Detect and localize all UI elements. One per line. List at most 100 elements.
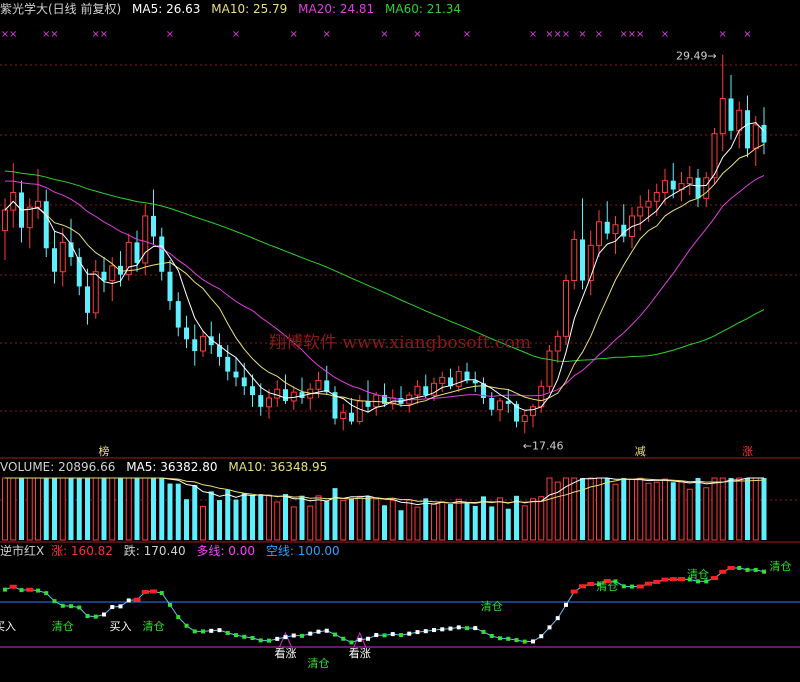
candle-body <box>653 191 660 202</box>
indicator-block <box>44 591 49 596</box>
indicator-block <box>184 623 189 628</box>
volume-bar <box>398 510 404 540</box>
indicator-block <box>258 638 263 643</box>
indicator-block <box>300 633 304 638</box>
volume-bar <box>101 478 107 540</box>
signal-x-marker: × <box>42 29 50 40</box>
volume-bar <box>52 478 57 540</box>
indicator-block <box>407 631 412 636</box>
indicator-block <box>275 636 280 641</box>
indicator-block <box>669 577 677 582</box>
volume-bar <box>637 477 644 541</box>
indicator-block <box>217 628 222 633</box>
volume-bar <box>662 478 668 541</box>
candle-body <box>274 388 281 399</box>
candle-body <box>736 109 743 132</box>
volume-bar <box>208 491 214 540</box>
candle-body <box>167 271 173 302</box>
indicator-signal-label: 清仓 <box>687 567 709 581</box>
candle-body <box>184 327 189 340</box>
indicator-block <box>440 627 445 632</box>
candle-body <box>728 98 734 131</box>
ma5-readout: MA5: 26.63 <box>132 2 201 16</box>
signal-x-marker: × <box>290 29 298 40</box>
indicator-signal-label: 清仓 <box>143 619 165 633</box>
indicator-block <box>209 628 214 633</box>
candle-body <box>719 97 726 135</box>
indicator-block <box>753 567 758 572</box>
candle-body <box>423 386 429 396</box>
volume-bar <box>2 477 8 541</box>
candle-body <box>580 239 585 281</box>
indicator-block <box>432 628 436 633</box>
indicator-block <box>539 634 544 639</box>
signal-x-marker: × <box>554 29 562 40</box>
candle-body <box>571 238 578 282</box>
volume-bar <box>604 478 610 540</box>
volume-bar <box>538 496 545 541</box>
volume-bar <box>752 477 759 541</box>
indicator-block <box>85 613 90 618</box>
signal-x-marker: × <box>661 29 669 40</box>
volume-bar <box>85 478 90 540</box>
indicator-block <box>587 582 595 587</box>
candle-body <box>151 215 156 237</box>
volume-bar <box>349 498 354 540</box>
candle-body <box>563 280 569 337</box>
price-header: 紫光学大(日线 前复权) MA5: 26.63 MA10: 25.79 MA20… <box>0 2 468 16</box>
indicator-block <box>489 633 494 638</box>
candle-body <box>745 110 750 149</box>
indicator-block <box>636 584 644 589</box>
volume-bar <box>728 478 734 540</box>
indicator-block <box>481 629 486 634</box>
long-line-readout: 多线: 0.00 <box>196 544 256 558</box>
volume-bar <box>455 498 462 541</box>
indicator-block <box>118 604 123 609</box>
candle-body <box>645 200 652 208</box>
indicator-block <box>308 631 313 636</box>
volume-bar <box>653 481 660 541</box>
indicator-block <box>465 626 469 631</box>
indicator-block <box>737 566 742 570</box>
indicator-block <box>324 628 329 633</box>
volume-bar <box>645 482 652 541</box>
volume-bar <box>241 493 247 540</box>
indicator-block <box>291 633 296 638</box>
candle-body <box>637 206 644 217</box>
indicator-signal-label: 看涨 <box>275 646 297 660</box>
signal-x-marker: × <box>50 29 58 40</box>
signal-x-marker: × <box>595 29 603 40</box>
volume-bar <box>184 499 189 540</box>
candle-body <box>439 376 446 384</box>
indicator-signal-label: 看涨 <box>349 646 371 660</box>
indicator-block <box>201 629 205 634</box>
indicator-block <box>9 584 17 589</box>
volume-bar <box>151 478 156 540</box>
indicator-block <box>102 612 106 617</box>
candle-body <box>464 371 470 381</box>
indicator-block <box>382 633 387 638</box>
indicator-signal-label: 清仓 <box>308 656 330 670</box>
candle-body <box>225 356 231 372</box>
volume-bar <box>35 477 41 541</box>
candle-body <box>752 124 759 149</box>
candle-body <box>356 400 363 423</box>
indicator-block <box>133 597 141 602</box>
volume-bar <box>406 499 413 541</box>
indicator-block <box>234 633 238 638</box>
indicator-block <box>630 584 634 589</box>
volume-bar <box>92 477 99 541</box>
indicator-block <box>423 629 428 634</box>
volume-bar <box>530 498 536 541</box>
volume-bar <box>736 477 743 541</box>
vol-ma5-readout: MA5: 36382.80 <box>126 460 218 474</box>
volume-bar <box>134 478 140 540</box>
candle-body <box>455 371 462 387</box>
candle-body <box>538 385 545 408</box>
candle-body <box>109 265 116 282</box>
indicator-block <box>168 602 172 607</box>
candle-body <box>159 236 165 272</box>
stock-chart[interactable]: × × × × × × × × × × × × × × × × × × × × × × × × ×29.49→←17.46榜减涨… <box>0 0 800 682</box>
candle-body <box>283 389 288 401</box>
candle-body <box>35 200 41 208</box>
